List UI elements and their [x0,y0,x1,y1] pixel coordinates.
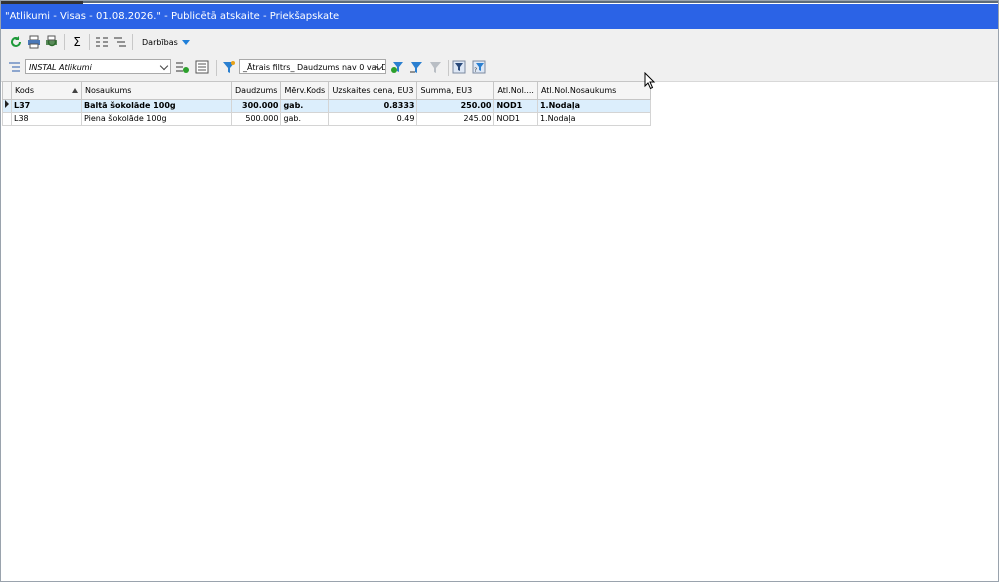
toolbar-separator [448,60,449,76]
actions-menu-button[interactable]: Darbības [142,38,190,47]
chevron-down-icon [181,39,190,45]
column-header-nosaukums[interactable]: Nosaukums [81,81,232,100]
row-indicator [2,99,12,113]
toolbar-separator [132,34,133,50]
print-preview-icon[interactable] [43,33,61,51]
column-header-label: Mērv.Kods [284,86,326,95]
main-toolbar: Σ Darbības [7,33,190,51]
sum-icon[interactable]: Σ [68,33,86,51]
column-header-merv-kods[interactable]: Mērv.Kods [280,81,330,100]
filter-icon[interactable] [220,58,238,76]
cell-atl-nol-nosaukums[interactable]: 1.Nodaļa [536,99,651,113]
cell-kods[interactable]: L37 [11,99,82,113]
table-row[interactable]: L38 Piena šokolāde 100g 500.000 gab. 0.4… [2,112,651,126]
columns-icon[interactable] [93,33,111,51]
svg-text:?: ? [474,67,477,74]
column-header-kods[interactable]: Kods [11,81,82,100]
column-header-label: Atl.Nol.Nosaukums [540,86,617,95]
cell-atl-nol[interactable]: NOD1 [493,99,538,113]
cell-summa[interactable]: 245.00 [416,112,495,126]
mouse-cursor-icon [644,72,656,90]
quick-filter-select[interactable]: _Ātrais filtrs_ Daudzums nav 0 vai Da [239,59,386,74]
cell-summa[interactable]: 250.00 [416,99,495,113]
toolbar-separator [64,34,65,50]
cell-merv-kods[interactable]: gab. [280,112,330,126]
cell-uzskaites-cena[interactable]: 0.49 [328,112,418,126]
column-header-atl-nol[interactable]: Atl.Nol.... [493,81,538,100]
column-header-label: Daudzums [235,86,278,95]
filter-rows-icon[interactable] [450,58,468,76]
sort-ascending-icon [72,88,78,93]
refresh-icon[interactable] [7,33,25,51]
row-indicator [2,112,12,126]
current-row-icon [5,100,9,108]
column-header-label: Kods [15,86,34,95]
row-indicator-header [2,81,12,100]
column-header-daudzums[interactable]: Daudzums [230,81,282,100]
cell-atl-nol-nosaukums[interactable]: 1.Nodaļa [536,112,651,126]
add-layout-icon[interactable] [173,58,191,76]
filter-help-icon[interactable]: ? [470,58,488,76]
quick-filter-value: _Ātrais filtrs_ Daudzums nav 0 vai Da [243,63,386,72]
column-header-label: Uzskaites cena, EU3 [332,86,414,95]
grid-header-row: Kods Nosaukums Daudzums Mērv.Kods Uzskai… [2,81,651,100]
layout-list-icon[interactable] [6,58,24,76]
print-icon[interactable] [25,33,43,51]
column-header-label: Summa, EU3 [420,86,473,95]
column-header-summa[interactable]: Summa, EU3 [416,81,495,100]
cell-nosaukums[interactable]: Baltā šokolāde 100g [81,99,232,113]
toolbar-separator [216,60,217,76]
column-header-atl-nol-nosaukums[interactable]: Atl.Nol.Nosaukums [536,81,651,100]
chevron-down-icon [159,61,169,71]
cell-daudzums[interactable]: 500.000 [230,112,282,126]
report-grid: Kods Nosaukums Daudzums Mērv.Kods Uzskai… [2,81,651,126]
table-row[interactable]: L37 Baltā šokolāde 100g 300.000 gab. 0.8… [2,99,651,113]
edit-layout-icon[interactable] [193,58,211,76]
clear-filter-icon[interactable] [426,58,444,76]
column-header-label: Nosaukums [85,86,132,95]
add-filter-icon[interactable] [388,58,406,76]
cell-uzskaites-cena[interactable]: 0.8333 [328,99,418,113]
actions-menu-label: Darbības [142,37,178,47]
column-header-uzskaites-cena[interactable]: Uzskaites cena, EU3 [328,81,418,100]
edit-filter-icon[interactable] [407,58,425,76]
cell-daudzums[interactable]: 300.000 [230,99,282,113]
title-bar: "Atlikumi - Visas - 01.08.2026." - Publi… [1,4,998,29]
cell-merv-kods[interactable]: gab. [280,99,330,113]
column-header-label: Atl.Nol.... [497,86,534,95]
layout-select[interactable]: INSTAL Atlikumi [25,59,171,74]
layout-select-value: INSTAL Atlikumi [29,63,92,72]
window-title: "Atlikumi - Visas - 01.08.2026." - Publi… [5,11,340,22]
cell-kods[interactable]: L38 [11,112,82,126]
tree-icon[interactable] [111,33,129,51]
top-strip [1,1,998,4]
toolbar-area: Σ Darbības INSTAL Atlikumi _Ātrais filtr… [1,29,998,82]
cell-nosaukums[interactable]: Piena šokolāde 100g [81,112,232,126]
cell-atl-nol[interactable]: NOD1 [493,112,538,126]
toolbar-separator [89,34,90,50]
